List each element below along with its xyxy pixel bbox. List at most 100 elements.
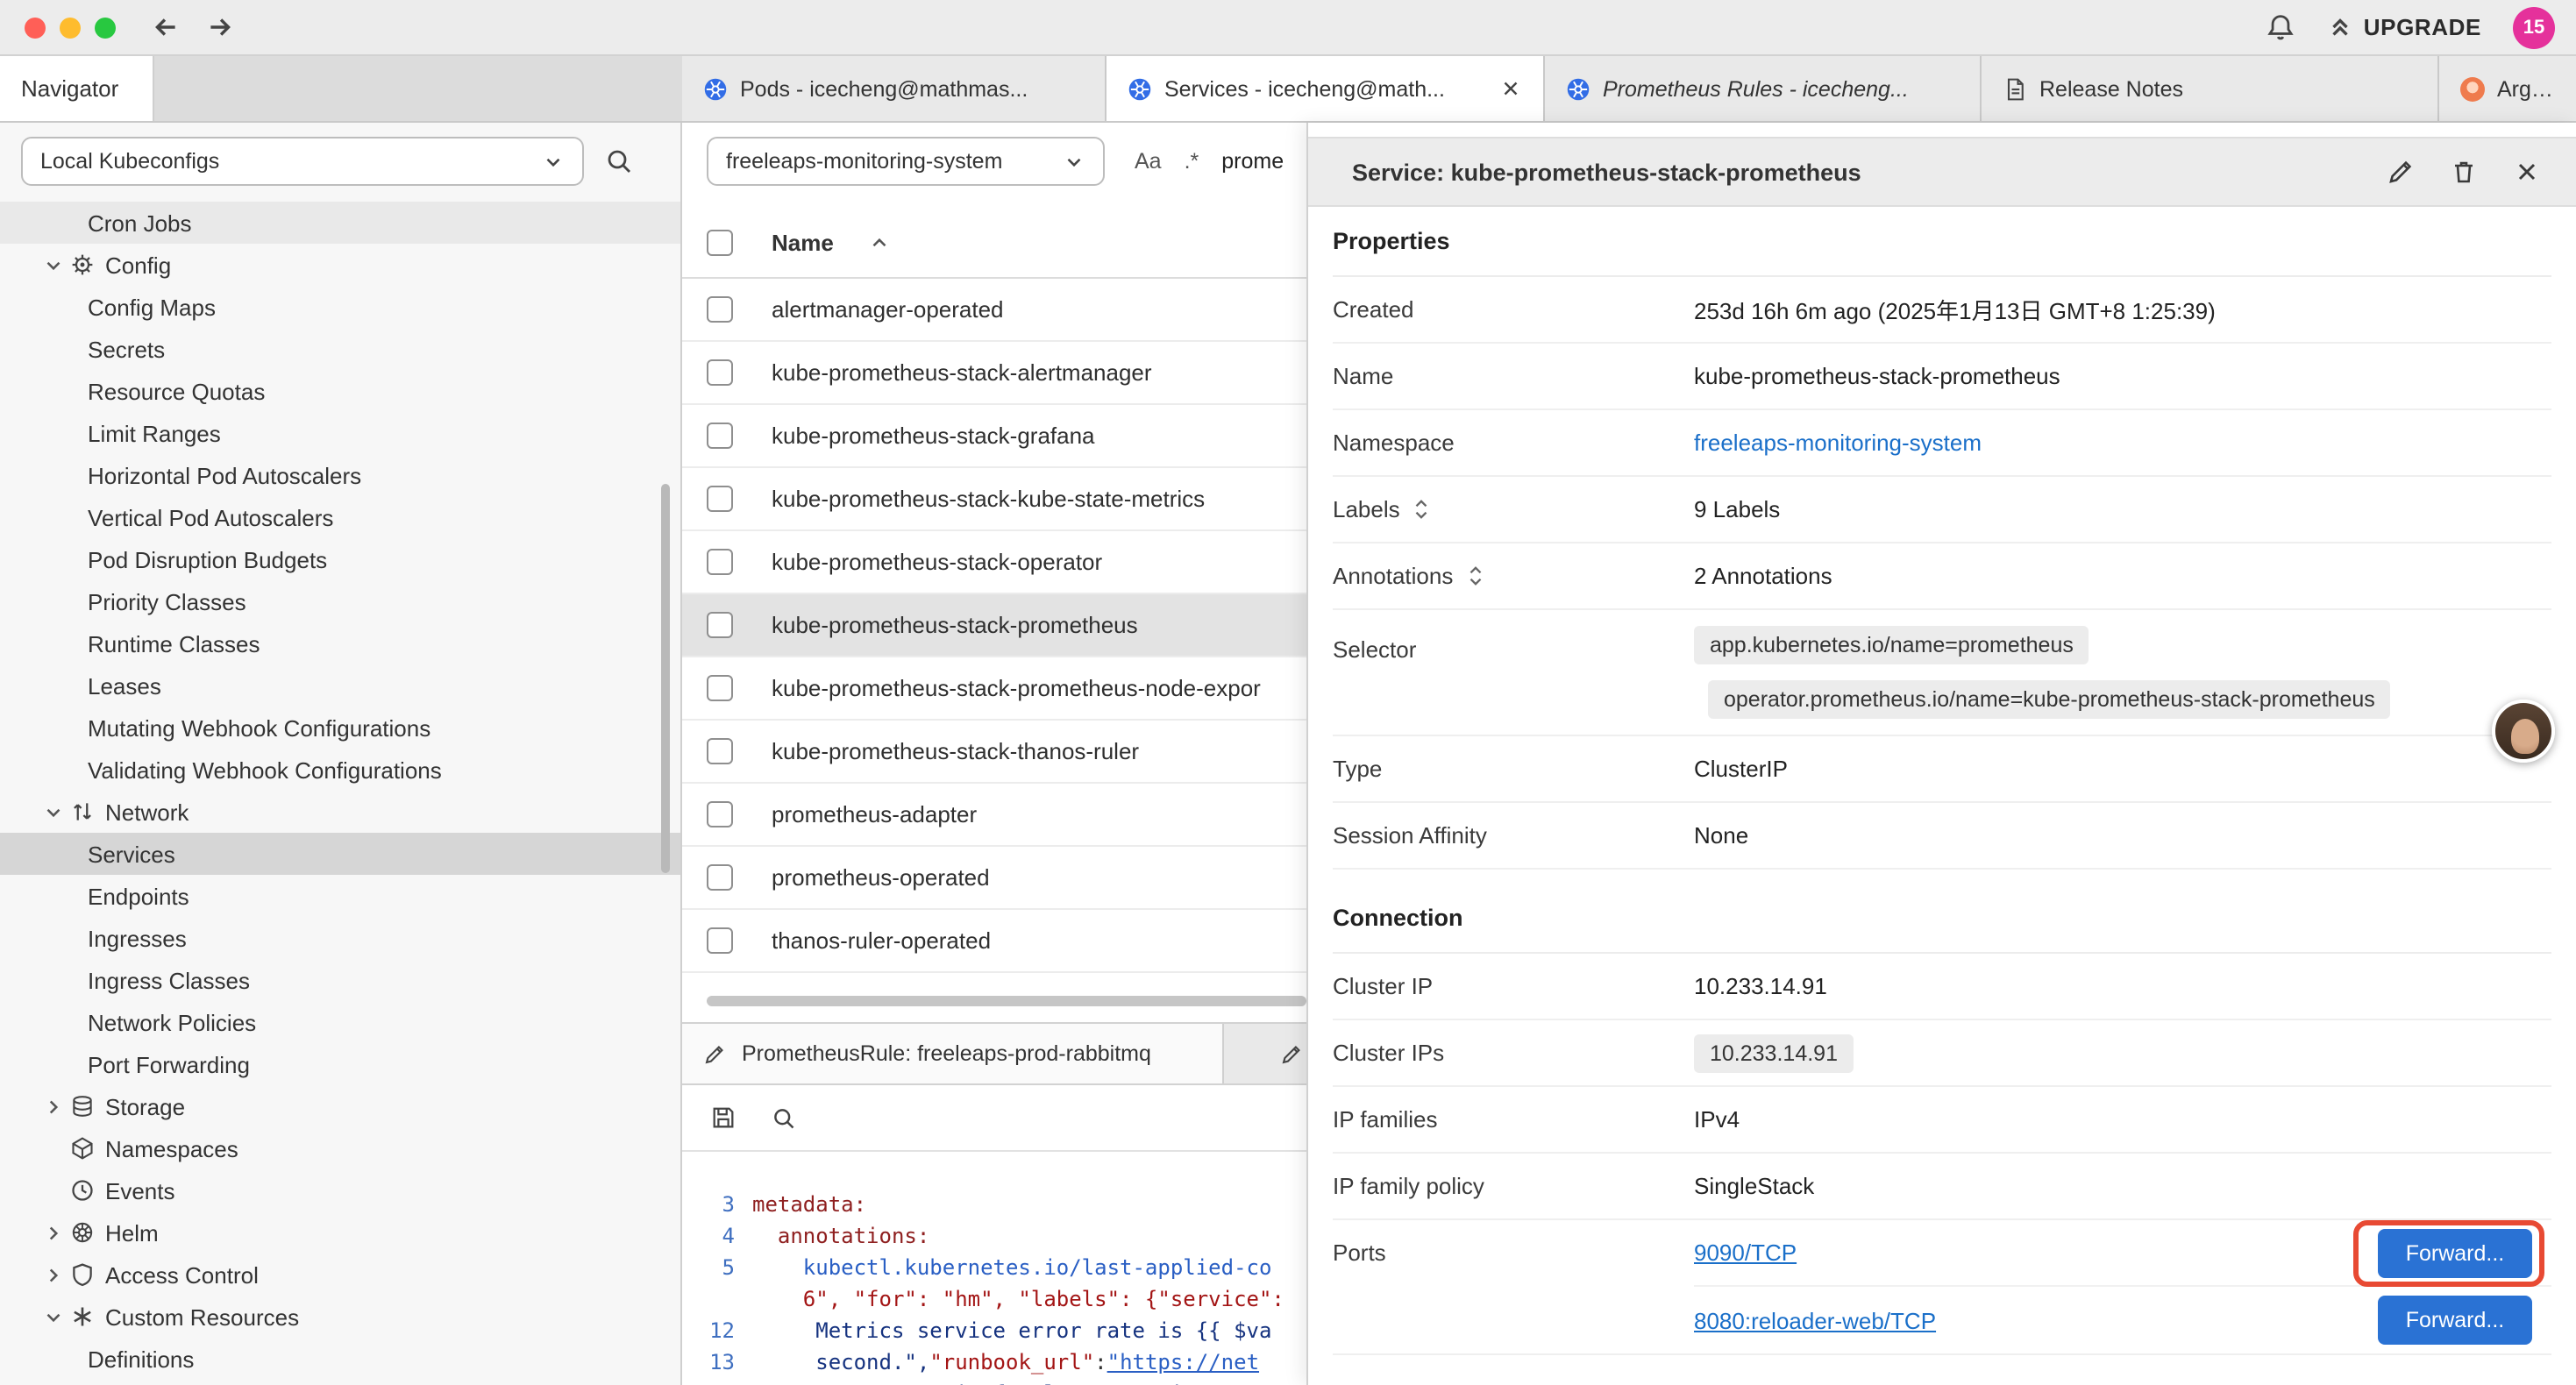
sidebar-item-priority-classes[interactable]: Priority Classes: [0, 580, 680, 622]
row-value[interactable]: 9 Labels: [1694, 496, 1780, 522]
sidebar-item-ingresses[interactable]: Ingresses: [0, 917, 680, 959]
sidebar-item-pod-disruption-budgets[interactable]: Pod Disruption Budgets: [0, 538, 680, 580]
table-row[interactable]: prometheus-adapter: [682, 784, 1306, 847]
tab-argo[interactable]: Argo Se: [2439, 56, 2576, 121]
delete-trash-icon[interactable]: [2450, 158, 2478, 186]
select-all-checkbox[interactable]: [707, 229, 733, 255]
chevron-down-icon[interactable]: [42, 253, 67, 276]
sidebar-item-leases[interactable]: Leases: [0, 664, 680, 707]
upgrade-button[interactable]: UPGRADE: [2327, 14, 2481, 40]
sidebar-item-resource-quotas[interactable]: Resource Quotas: [0, 370, 680, 412]
sidebar-item-definitions[interactable]: Definitions: [0, 1338, 680, 1380]
sidebar-item-mutating-webhook-configurations[interactable]: Mutating Webhook Configurations: [0, 707, 680, 749]
table-row[interactable]: kube-prometheus-stack-grafana: [682, 405, 1306, 468]
row-checkbox[interactable]: [707, 486, 733, 512]
tab-services[interactable]: Services - icecheng@math...: [1107, 56, 1545, 121]
port-link[interactable]: 8080:reloader-web/TCP: [1694, 1307, 1936, 1333]
port-link[interactable]: 9090/TCP: [1694, 1239, 1797, 1266]
sidebar-item-custom-resources[interactable]: Custom Resources: [0, 1296, 680, 1338]
row-value[interactable]: 2 Annotations: [1694, 563, 1832, 589]
row-checkbox[interactable]: [707, 738, 733, 764]
table-row-selected[interactable]: kube-prometheus-stack-prometheus: [682, 594, 1306, 657]
sidebar-item-namespaces[interactable]: Namespaces: [0, 1127, 680, 1169]
table-row[interactable]: kube-prometheus-stack-kube-state-metrics: [682, 468, 1306, 531]
forward-button[interactable]: Forward...: [2378, 1228, 2532, 1277]
sidebar-item-ingress-classes[interactable]: Ingress Classes: [0, 959, 680, 1001]
tab-pods[interactable]: Pods - icecheng@mathmas...: [682, 56, 1107, 121]
name-column-header[interactable]: Name: [772, 229, 834, 255]
sidebar-item-secrets[interactable]: Secrets: [0, 328, 680, 370]
sidebar-item-port-forwarding[interactable]: Port Forwarding: [0, 1043, 680, 1085]
row-checkbox[interactable]: [707, 296, 733, 323]
forward-button[interactable]: Forward...: [2378, 1296, 2532, 1345]
minimize-window-button[interactable]: [60, 17, 81, 38]
sidebar-scrollbar-thumb[interactable]: [661, 484, 670, 873]
namespace-filter-dropdown[interactable]: freeleaps-monitoring-system: [707, 137, 1105, 186]
table-row[interactable]: thanos-ruler-operated: [682, 910, 1306, 973]
close-tab-icon[interactable]: [1499, 77, 1522, 100]
close-drawer-icon[interactable]: [2513, 158, 2541, 186]
sidebar-item-services[interactable]: Services: [0, 833, 680, 875]
regex-toggle[interactable]: .*: [1185, 149, 1199, 174]
row-checkbox[interactable]: [707, 612, 733, 638]
row-checkbox[interactable]: [707, 675, 733, 701]
chevron-down-icon[interactable]: [42, 1305, 67, 1328]
table-row[interactable]: alertmanager-operated: [682, 279, 1306, 342]
back-icon[interactable]: [151, 12, 181, 42]
table-row[interactable]: kube-prometheus-stack-prometheus-node-ex…: [682, 657, 1306, 721]
match-case-toggle[interactable]: Aa: [1135, 149, 1162, 174]
sidebar-item-events[interactable]: Events: [0, 1169, 680, 1211]
avatar[interactable]: [2492, 700, 2555, 763]
sidebar-item-endpoints[interactable]: Endpoints: [0, 875, 680, 917]
sidebar-item-storage[interactable]: Storage: [0, 1085, 680, 1127]
chevron-right-icon[interactable]: [42, 1221, 67, 1244]
editor-tab-next[interactable]: [1224, 1024, 1306, 1083]
row-checkbox[interactable]: [707, 864, 733, 891]
edit-pencil-icon[interactable]: [2387, 158, 2415, 186]
row-checkbox[interactable]: [707, 423, 733, 449]
chevron-down-icon[interactable]: [42, 800, 67, 823]
sidebar-item-network[interactable]: Network: [0, 791, 680, 833]
sidebar-item-network-policies[interactable]: Network Policies: [0, 1001, 680, 1043]
editor-tab-prometheusrule[interactable]: PrometheusRule: freeleaps-prod-rabbitmq: [682, 1024, 1224, 1083]
sidebar-item-vertical-pod-autoscalers[interactable]: Vertical Pod Autoscalers: [0, 496, 680, 538]
sidebar-item-horizontal-pod-autoscalers[interactable]: Horizontal Pod Autoscalers: [0, 454, 680, 496]
chevron-right-icon[interactable]: [42, 1095, 67, 1118]
table-row[interactable]: prometheus-operated: [682, 847, 1306, 910]
search-icon[interactable]: [772, 1105, 796, 1130]
sidebar-item-validating-webhook-configurations[interactable]: Validating Webhook Configurations: [0, 749, 680, 791]
row-checkbox[interactable]: [707, 549, 733, 575]
navigator-panel-tab[interactable]: Navigator: [0, 56, 154, 121]
table-row[interactable]: kube-prometheus-stack-thanos-ruler: [682, 721, 1306, 784]
sidebar-item-limit-ranges[interactable]: Limit Ranges: [0, 412, 680, 454]
sort-ascending-icon[interactable]: [869, 231, 892, 253]
sidebar-item-access-control[interactable]: Access Control: [0, 1254, 680, 1296]
sidebar-item-config[interactable]: Config: [0, 244, 680, 286]
yaml-editor[interactable]: 3metadata: 4 annotations: 5 kubectl.kube…: [682, 1152, 1306, 1385]
save-icon[interactable]: [710, 1104, 737, 1131]
horizontal-scrollbar-thumb[interactable]: [707, 996, 1306, 1006]
maximize-window-button[interactable]: [95, 17, 116, 38]
tab-release-notes[interactable]: Release Notes: [1982, 56, 2439, 121]
expand-collapse-icon[interactable]: [1465, 563, 1484, 589]
row-checkbox[interactable]: [707, 359, 733, 386]
namespace-link[interactable]: freeleaps-monitoring-system: [1694, 430, 1982, 456]
close-window-button[interactable]: [25, 17, 46, 38]
table-row[interactable]: kube-prometheus-stack-alertmanager: [682, 342, 1306, 405]
search-icon[interactable]: [605, 147, 633, 175]
row-checkbox[interactable]: [707, 801, 733, 827]
sidebar-item-helm[interactable]: Helm: [0, 1211, 680, 1254]
notification-count-badge[interactable]: 15: [2513, 6, 2555, 48]
sidebar-item-runtime-classes[interactable]: Runtime Classes: [0, 622, 680, 664]
forward-icon[interactable]: [205, 12, 235, 42]
sidebar-item-config-maps[interactable]: Config Maps: [0, 286, 680, 328]
search-input[interactable]: Aa .* prome: [1135, 137, 1284, 186]
row-checkbox[interactable]: [707, 927, 733, 954]
chevron-right-icon[interactable]: [42, 1263, 67, 1286]
expand-collapse-icon[interactable]: [1413, 496, 1432, 522]
tab-prometheus-rules[interactable]: Prometheus Rules - icecheng...: [1545, 56, 1982, 121]
kubeconfig-selector[interactable]: Local Kubeconfigs: [21, 137, 584, 186]
table-row[interactable]: kube-prometheus-stack-operator: [682, 531, 1306, 594]
sidebar-item-cron-jobs[interactable]: Cron Jobs: [0, 202, 680, 244]
notifications-bell-icon[interactable]: [2266, 12, 2295, 42]
